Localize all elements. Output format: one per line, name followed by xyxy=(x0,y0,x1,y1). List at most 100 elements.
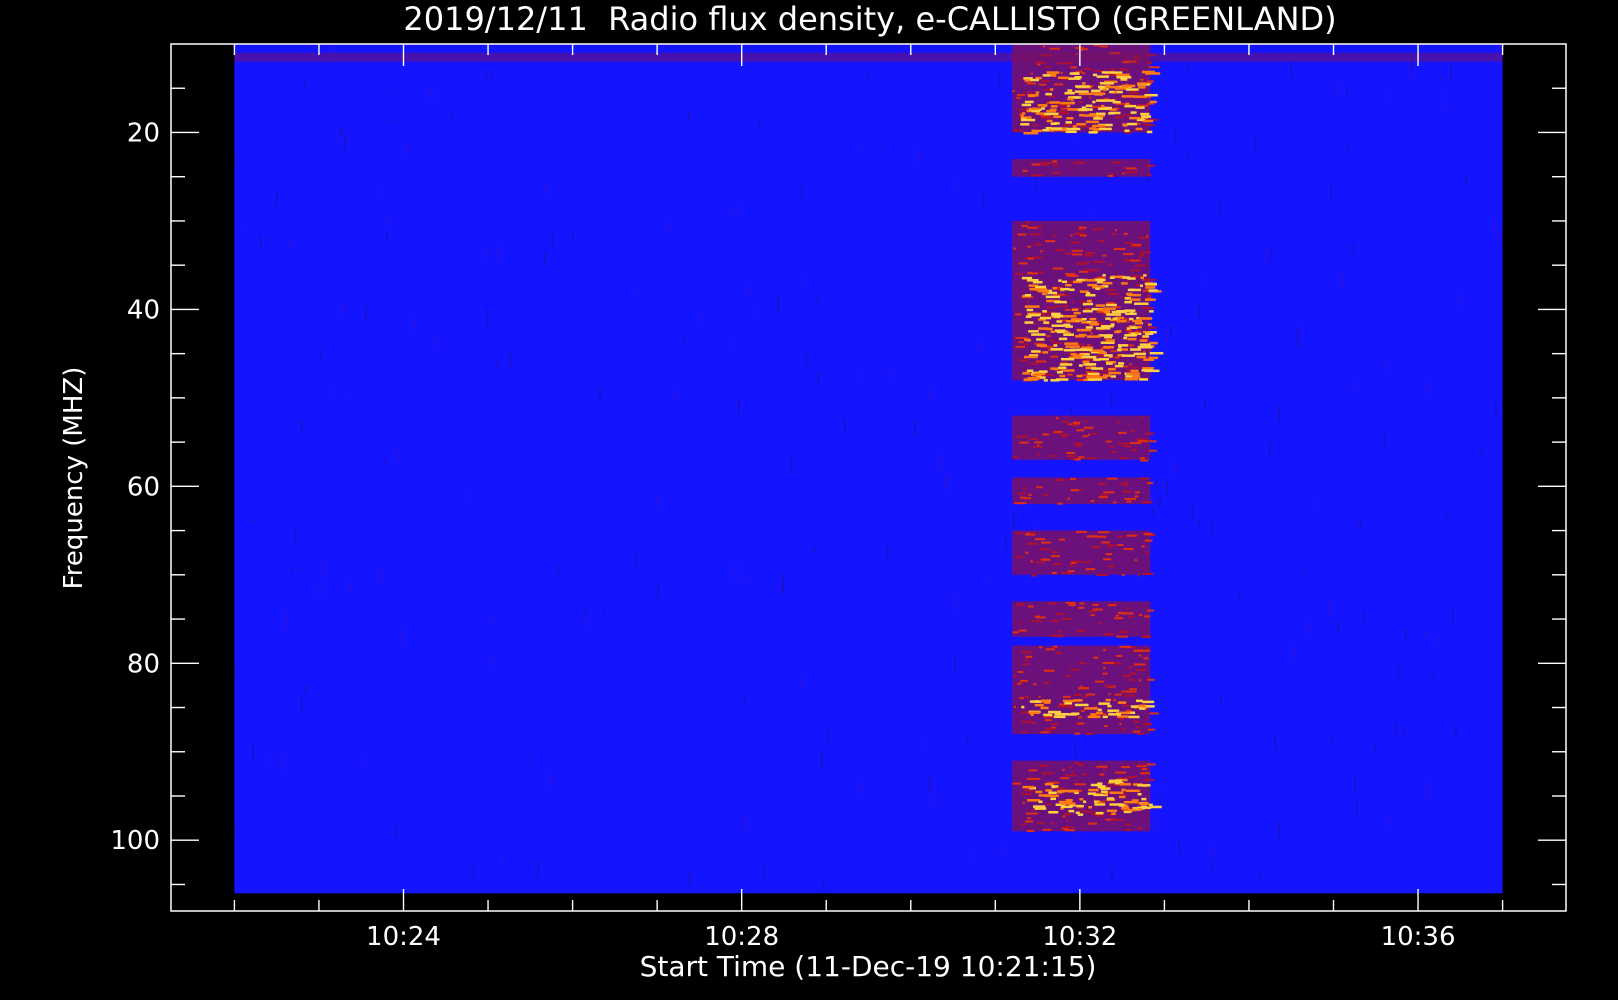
burst-speckle xyxy=(1138,763,1145,766)
burst-speckle xyxy=(1052,645,1058,648)
burst-bright-speckle xyxy=(1139,343,1151,346)
burst-bright-speckle xyxy=(1129,116,1141,120)
noise-streak xyxy=(1445,509,1448,522)
burst-bright-speckle xyxy=(1069,72,1080,75)
noise-streak xyxy=(234,826,236,835)
burst-speckle xyxy=(1133,720,1140,723)
noise-streak xyxy=(1387,90,1389,100)
burst-speckle xyxy=(1035,561,1045,564)
burst-bright-speckle xyxy=(1083,114,1098,117)
burst-speckle xyxy=(1116,635,1128,638)
burst-speckle xyxy=(1124,694,1136,697)
noise-streak xyxy=(384,459,387,464)
noise-streak xyxy=(1211,861,1214,876)
burst-speckle xyxy=(1048,454,1054,457)
burst-speckle xyxy=(1030,620,1043,623)
burst-speckle xyxy=(1091,269,1100,272)
burst-bright-speckle xyxy=(1058,279,1062,282)
noise-streak xyxy=(758,311,761,316)
burst-bright-speckle xyxy=(1078,348,1093,352)
burst-speckle xyxy=(1025,221,1031,224)
noise-streak xyxy=(1357,518,1360,526)
burst-speckle xyxy=(1081,773,1088,776)
burst-speckle xyxy=(1042,45,1046,48)
burst-bright-speckle xyxy=(1026,279,1039,282)
burst-speckle xyxy=(1062,435,1068,438)
burst-speckle xyxy=(1135,264,1146,267)
noise-streak xyxy=(933,790,935,807)
burst-bright-speckle xyxy=(1058,366,1067,370)
burst-speckle xyxy=(1143,615,1151,618)
burst-bright-speckle xyxy=(1053,715,1066,719)
burst-speckle xyxy=(1125,823,1131,826)
burst-bright-speckle xyxy=(1031,109,1040,113)
burst-speckle xyxy=(1093,656,1099,659)
noise-streak xyxy=(1441,76,1443,83)
burst-speckle xyxy=(1037,453,1040,456)
burst-speckle xyxy=(1022,801,1025,804)
noise-streak xyxy=(747,577,749,583)
noise-streak xyxy=(543,184,546,194)
burst-bright-speckle xyxy=(1136,355,1147,359)
burst-speckle xyxy=(1017,492,1027,495)
burst-bright-speckle xyxy=(1088,378,1102,381)
burst-speckle xyxy=(1085,268,1091,271)
burst-bright-speckle xyxy=(1078,364,1083,367)
burst-bright-speckle xyxy=(1030,107,1040,111)
noise-streak xyxy=(879,147,882,155)
burst-speckle xyxy=(1145,551,1149,554)
burst-bright-speckle xyxy=(1125,102,1130,106)
burst-speckle xyxy=(1114,356,1120,359)
burst-bright-speckle xyxy=(1100,790,1108,793)
noise-streak xyxy=(1359,518,1361,528)
burst-bright-speckle xyxy=(1081,355,1097,359)
burst-band xyxy=(1012,415,1151,460)
noise-streak xyxy=(982,194,985,211)
burst-speckle xyxy=(1045,648,1055,651)
burst-speckle xyxy=(1114,602,1118,605)
burst-bright-speckle xyxy=(1128,715,1140,719)
burst-bright-speckle xyxy=(1124,300,1132,304)
spectrogram-chart: 10:24 10:28 10:32 10:36 20 40 60 80 100 2019/12/… xyxy=(0,0,1618,1000)
noise-streak xyxy=(1252,189,1254,195)
noise-streak xyxy=(758,121,761,129)
noise-streak xyxy=(998,72,1000,90)
burst-speckle xyxy=(1043,494,1049,497)
noise-streak xyxy=(344,135,346,150)
burst-bright-speckle xyxy=(1100,104,1105,108)
burst-speckle xyxy=(1148,676,1151,679)
burst-speckle xyxy=(1100,800,1106,803)
burst-speckle xyxy=(1125,260,1128,263)
burst-bright-speckle xyxy=(1136,82,1147,85)
burst-speckle xyxy=(1044,65,1051,68)
burst-speckle xyxy=(1044,719,1052,722)
burst-speckle xyxy=(1081,488,1084,491)
burst-bright-speckle xyxy=(1093,117,1103,120)
noise-streak xyxy=(1013,512,1015,530)
burst-speckle xyxy=(1131,366,1139,369)
noise-streak xyxy=(236,155,238,166)
burst-bright-speckle xyxy=(1145,72,1161,75)
burst-bright-speckle xyxy=(1081,317,1087,321)
burst-speckle xyxy=(1141,545,1145,548)
burst-speckle xyxy=(1107,477,1118,480)
burst-speckle xyxy=(1070,562,1077,565)
burst-speckle xyxy=(1027,245,1031,248)
burst-bright-speckle xyxy=(1083,800,1087,804)
burst-bright-speckle xyxy=(1046,71,1060,74)
burst-speckle xyxy=(1014,502,1027,505)
noise-streak xyxy=(1330,182,1332,199)
burst-speckle xyxy=(1035,360,1047,363)
burst-bright-speckle xyxy=(1074,703,1089,707)
burst-speckle xyxy=(1064,774,1077,777)
burst-bright-speckle xyxy=(1117,348,1122,352)
burst-speckle xyxy=(1144,778,1155,781)
burst-speckle xyxy=(1139,477,1149,480)
burst-bright-speckle xyxy=(1126,372,1140,375)
burst-speckle xyxy=(1105,553,1113,556)
burst-bright-speckle xyxy=(1036,338,1045,341)
burst-bright-speckle xyxy=(1056,378,1069,381)
burst-speckle xyxy=(1016,96,1021,99)
burst-speckle xyxy=(1092,228,1104,231)
noise-streak xyxy=(291,564,294,573)
